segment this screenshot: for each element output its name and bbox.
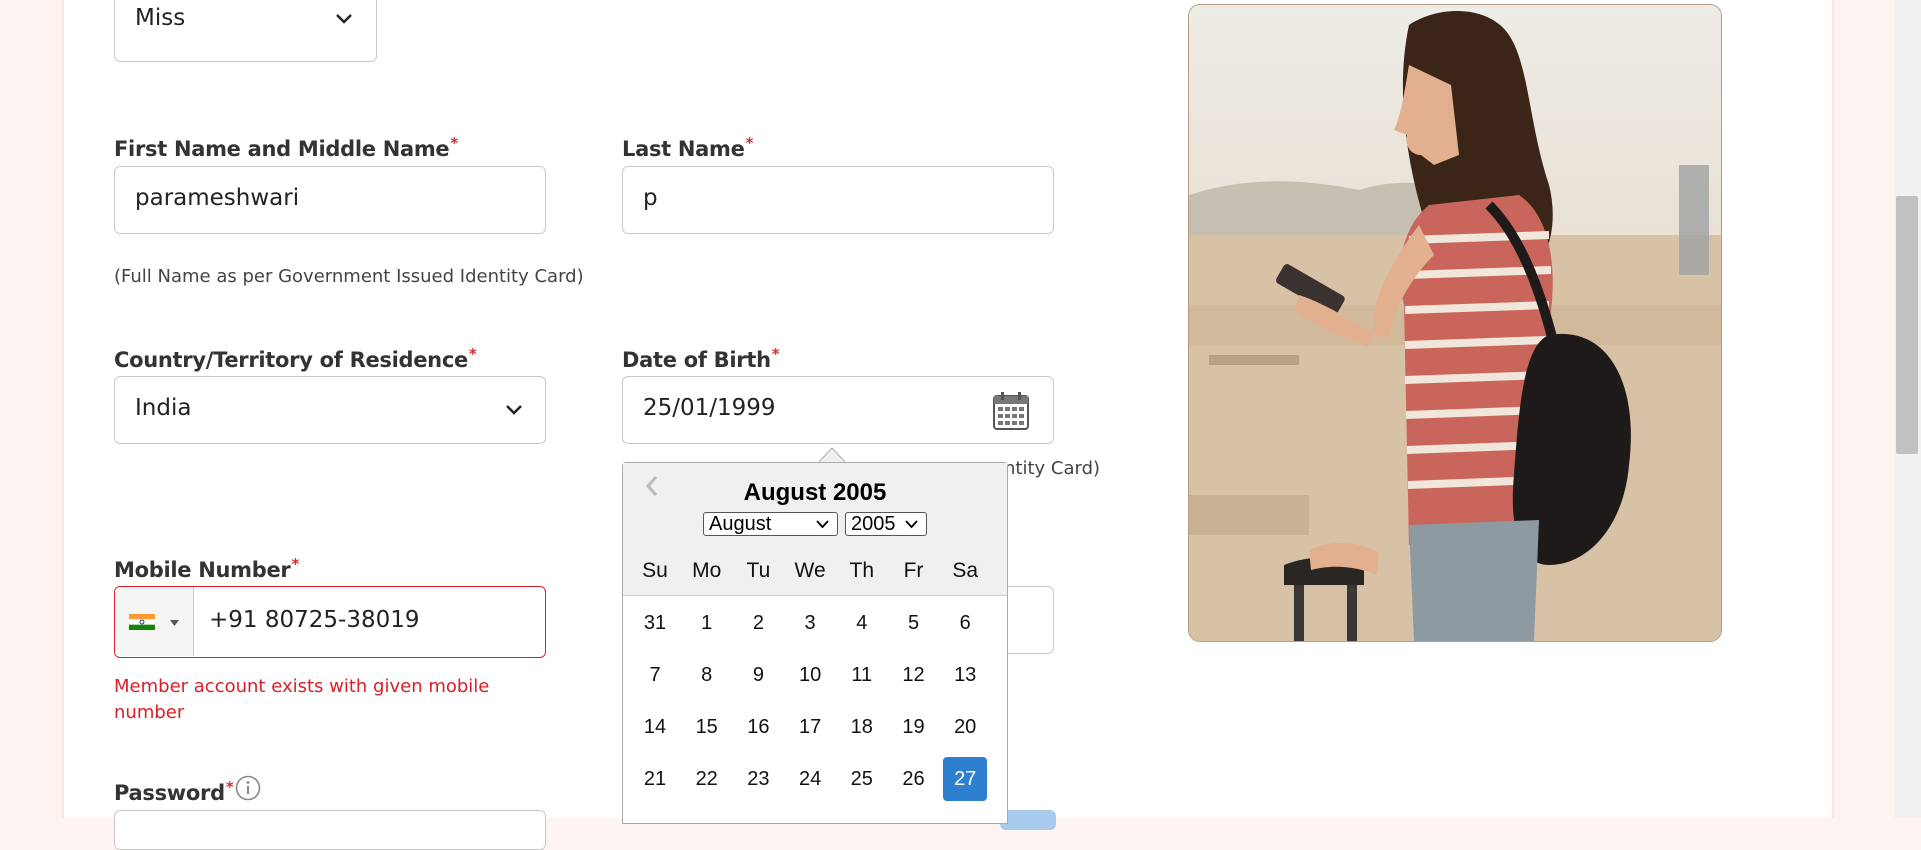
calendar-day[interactable]: 14 — [633, 705, 677, 749]
calendar-day[interactable]: 26 — [892, 757, 936, 801]
year-select-value: 2005 — [851, 513, 896, 535]
last-name-label: Last Name* — [622, 134, 754, 161]
india-flag-icon — [129, 614, 155, 630]
chevron-down-icon — [336, 14, 352, 24]
dob-input[interactable]: 25/01/1999 — [622, 376, 1054, 444]
calendar-day[interactable]: 6 — [943, 601, 987, 645]
last-name-input[interactable]: p — [622, 166, 1054, 234]
day-name-tu: Tu — [746, 559, 771, 582]
calendar-day[interactable]: 27 — [943, 757, 988, 801]
first-name-input[interactable]: parameshwari — [114, 166, 546, 234]
dob-hint: ntity Card) — [1004, 458, 1101, 479]
calendar-day[interactable]: 18 — [840, 705, 884, 749]
chevron-down-icon — [905, 520, 918, 529]
calendar-day[interactable]: 20 — [943, 705, 987, 749]
mobile-error: Member account exists with given mobile … — [114, 676, 490, 723]
country-label: Country/Territory of Residence* — [114, 345, 477, 372]
calendar-day[interactable]: 31 — [633, 601, 677, 645]
calendar-day[interactable]: 7 — [633, 653, 677, 697]
calendar-day[interactable]: 9 — [736, 653, 780, 697]
calendar-day[interactable]: 23 — [736, 757, 780, 801]
calendar-day[interactable]: 25 — [840, 757, 884, 801]
name-hint: (Full Name as per Government Issued Iden… — [114, 266, 584, 287]
caret-down-icon — [170, 620, 179, 626]
scrollbar-thumb[interactable] — [1896, 196, 1918, 454]
calendar-day[interactable]: 3 — [788, 601, 832, 645]
datepicker: August 2005 August 2005 Su Mo Tu We Th Fr Sa 3… — [622, 462, 1008, 824]
chevron-down-icon — [816, 520, 829, 529]
dob-label: Date of Birth* — [622, 345, 780, 372]
day-name-we: We — [794, 559, 826, 582]
month-select[interactable]: August — [703, 512, 838, 536]
calendar-day[interactable]: 24 — [788, 757, 832, 801]
country-select[interactable]: India — [114, 376, 546, 444]
title-select-value: Miss — [135, 5, 186, 31]
mobile-value: +91 80725-38019 — [209, 607, 420, 633]
first-name-value: parameshwari — [135, 185, 300, 211]
first-name-label: First Name and Middle Name* — [114, 134, 458, 161]
submit-button-edge[interactable] — [1000, 810, 1056, 830]
country-code-dropdown[interactable] — [115, 587, 194, 656]
calendar-day[interactable]: 17 — [788, 705, 832, 749]
info-icon[interactable] — [235, 775, 261, 801]
calendar-day[interactable]: 5 — [892, 601, 936, 645]
calendar-day[interactable]: 15 — [685, 705, 729, 749]
month-select-value: August — [709, 513, 772, 535]
dob-value: 25/01/1999 — [643, 395, 776, 421]
calendar-day[interactable]: 19 — [892, 705, 936, 749]
day-name-th: Th — [849, 559, 875, 582]
country-value: India — [135, 395, 192, 421]
calendar-day[interactable]: 1 — [685, 601, 729, 645]
calendar-day[interactable]: 12 — [892, 653, 936, 697]
calendar-day[interactable]: 13 — [943, 653, 987, 697]
day-name-su: Su — [642, 559, 668, 582]
calendar-day[interactable]: 10 — [788, 653, 832, 697]
calendar-day[interactable]: 22 — [685, 757, 729, 801]
datepicker-arrow — [818, 447, 846, 463]
calendar-day[interactable]: 16 — [736, 705, 780, 749]
day-name-mo: Mo — [692, 559, 722, 582]
calendar-day[interactable]: 8 — [685, 653, 729, 697]
day-name-sa: Sa — [952, 559, 979, 582]
password-input[interactable] — [114, 810, 546, 850]
calendar-day[interactable]: 21 — [633, 757, 677, 801]
title-select[interactable]: Miss — [114, 0, 377, 62]
calendar-day[interactable]: 4 — [840, 601, 884, 645]
day-name-fr: Fr — [903, 559, 924, 582]
traveler-photo — [1188, 4, 1722, 642]
mobile-label: Mobile Number* — [114, 555, 299, 582]
year-select[interactable]: 2005 — [845, 512, 927, 536]
password-label: Password* — [114, 778, 234, 805]
last-name-value: p — [643, 185, 658, 211]
datepicker-title: August 2005 — [743, 479, 887, 506]
mobile-input[interactable]: +91 80725-38019 — [114, 586, 546, 658]
calendar-icon[interactable] — [993, 392, 1029, 430]
chevron-down-icon — [506, 405, 522, 415]
calendar-day[interactable]: 2 — [736, 601, 780, 645]
datepicker-header: August 2005 August 2005 Su Mo Tu We Th Fr Sa — [623, 463, 1007, 596]
calendar-day[interactable]: 11 — [840, 653, 884, 697]
